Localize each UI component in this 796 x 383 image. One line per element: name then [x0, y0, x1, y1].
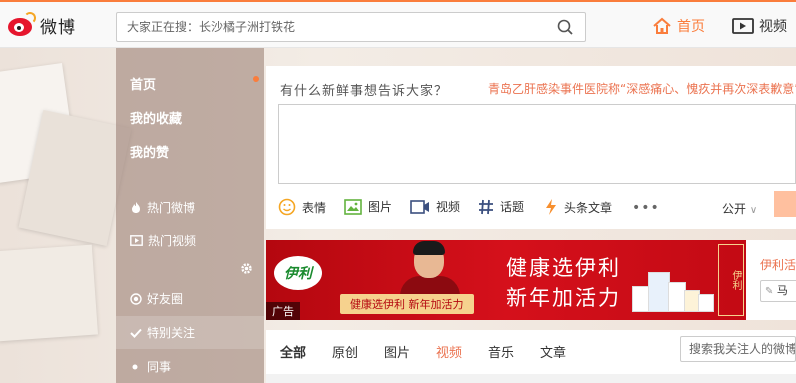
- emoji-icon: [278, 198, 296, 216]
- feed-search-input[interactable]: [680, 336, 796, 362]
- home-icon: [653, 17, 671, 34]
- circle-icon: [130, 292, 142, 305]
- dot-icon: [130, 362, 142, 372]
- yili-logo: 伊利: [274, 256, 322, 290]
- nav-home-link[interactable]: 首页: [652, 16, 705, 36]
- sidebar-item-hot-video[interactable]: 热门视频: [130, 232, 196, 249]
- nav-video-link[interactable]: 视频: [732, 16, 787, 36]
- tab-articles[interactable]: 文章: [540, 342, 566, 361]
- left-sidebar: 首页 我的收藏 我的赞 热门微博 热门视频 好友圈 特别关注 同事: [116, 48, 264, 383]
- check-icon: [130, 328, 142, 338]
- unread-dot: [253, 76, 259, 82]
- chevron-down-icon: ∨: [749, 205, 758, 216]
- weibo-logo[interactable]: 微博: [6, 10, 86, 40]
- post-button[interactable]: [774, 191, 796, 217]
- trending-topic-link[interactable]: 青岛乙肝感染事件医院称“深感痛心、愧疚并再次深表歉意”: [488, 80, 796, 97]
- more-options-button[interactable]: •••: [632, 200, 660, 216]
- nav-home-label: 首页: [677, 19, 705, 35]
- tab-all[interactable]: 全部: [280, 342, 306, 361]
- tab-original[interactable]: 原创: [332, 342, 358, 361]
- hashtag-icon: [479, 199, 493, 214]
- sidebar-item-favorites[interactable]: 我的收藏: [130, 108, 182, 127]
- post-composer: 有什么新鲜事想告诉大家？ 青岛乙肝感染事件医院称“深感痛心、愧疚并再次深表歉意”…: [266, 66, 796, 229]
- ad-side-card: 伊利活 ✎ 马: [746, 240, 796, 320]
- sidebar-item-home[interactable]: 首页: [130, 74, 156, 93]
- side-card-button[interactable]: ✎ 马: [760, 280, 796, 302]
- gear-icon[interactable]: [240, 262, 253, 278]
- video-icon: [732, 18, 754, 34]
- banner-spokesperson-image: [396, 240, 466, 306]
- logo-text: 微博: [40, 17, 76, 38]
- post-textarea[interactable]: [278, 104, 796, 184]
- top-bar: 微博 首页 视频: [0, 0, 796, 48]
- feed-divider: [266, 374, 796, 383]
- search-input[interactable]: [117, 13, 537, 41]
- image-button[interactable]: 图片: [344, 198, 392, 215]
- tab-music[interactable]: 音乐: [488, 342, 514, 361]
- ad-tag: 广告: [266, 302, 300, 320]
- emoji-button[interactable]: 表情: [278, 198, 326, 216]
- image-icon: [344, 198, 362, 215]
- flame-icon: [130, 201, 142, 214]
- ad-banner[interactable]: 伊利 健康选伊利 新年加活力 健康选伊利 新年加活力 伊利 广告: [266, 240, 746, 320]
- nav-video-label: 视频: [759, 19, 787, 35]
- sidebar-item-hot-weibo[interactable]: 热门微博: [130, 199, 195, 216]
- sidebar-item-likes[interactable]: 我的赞: [130, 142, 169, 161]
- side-card-title[interactable]: 伊利活: [760, 256, 796, 273]
- article-button[interactable]: 头条文章: [544, 198, 612, 216]
- visibility-dropdown[interactable]: 公开 ∨: [722, 200, 757, 217]
- search-icon[interactable]: [557, 19, 573, 35]
- video-icon: [130, 235, 143, 246]
- banner-seal: 伊利: [718, 244, 744, 316]
- composer-title: 有什么新鲜事想告诉大家？: [280, 84, 449, 99]
- banner-product-image: [632, 266, 714, 312]
- tab-images[interactable]: 图片: [384, 342, 410, 361]
- banner-headline-1: 健康选伊利: [506, 256, 621, 280]
- weibo-eye-icon: [6, 12, 36, 38]
- sidebar-item-colleagues[interactable]: 同事: [130, 358, 171, 375]
- sidebar-item-special-follow[interactable]: 特别关注: [130, 324, 195, 341]
- tab-video[interactable]: 视频: [436, 342, 462, 361]
- background-photo: [0, 244, 99, 342]
- video-camera-icon: [410, 199, 429, 214]
- pencil-icon: ✎: [765, 286, 774, 297]
- banner-headline-2: 新年加活力: [506, 286, 621, 310]
- sidebar-item-friends-circle[interactable]: 好友圈: [130, 290, 183, 307]
- lightning-icon: [546, 199, 556, 215]
- video-button[interactable]: 视频: [410, 198, 460, 215]
- banner-slogan: 健康选伊利 新年加活力: [340, 294, 474, 314]
- topic-button[interactable]: 话题: [478, 198, 524, 215]
- search-box: [116, 12, 586, 42]
